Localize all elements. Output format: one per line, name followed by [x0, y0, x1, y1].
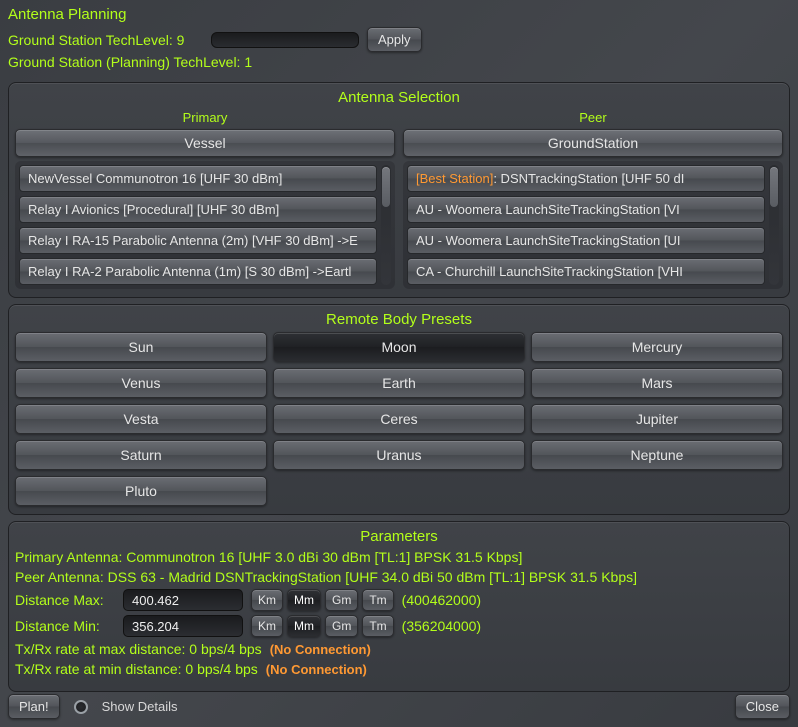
show-details-label: Show Details: [102, 699, 178, 714]
preset-uranus[interactable]: Uranus: [273, 440, 525, 470]
peer-antenna-label: Peer Antenna: DSS 63 - Madrid DSNTrackin…: [15, 569, 637, 585]
unit-tm-button[interactable]: Tm: [362, 615, 393, 637]
peer-scrollbar[interactable]: [769, 165, 779, 285]
preset-moon[interactable]: Moon: [273, 332, 525, 362]
preset-venus[interactable]: Venus: [15, 368, 267, 398]
preset-saturn[interactable]: Saturn: [15, 440, 267, 470]
peer-header-button[interactable]: GroundStation: [403, 129, 783, 157]
preset-neptune[interactable]: Neptune: [531, 440, 783, 470]
distance-min-raw: (356204000): [402, 618, 481, 634]
preset-ceres[interactable]: Ceres: [273, 404, 525, 434]
preset-earth[interactable]: Earth: [273, 368, 525, 398]
primary-antenna-label: Primary Antenna: Communotron 16 [UHF 3.0…: [15, 549, 522, 565]
distance-max-label: Distance Max:: [15, 592, 115, 608]
preset-mercury[interactable]: Mercury: [531, 332, 783, 362]
txrx-min-label: Tx/Rx rate at min distance: 0 bps/4 bps: [15, 661, 258, 677]
no-connection-badge: (No Connection): [266, 662, 367, 677]
primary-column-label: Primary: [15, 110, 395, 125]
planning-tl-label: Ground Station (Planning) TechLevel: 1: [8, 54, 252, 70]
list-item[interactable]: [Best Station]: DSNTrackingStation [UHF …: [407, 165, 765, 192]
window-title: Antenna Planning: [8, 6, 790, 23]
antenna-selection-panel: Antenna Selection Primary Vessel NewVess…: [8, 82, 790, 298]
unit-tm-button[interactable]: Tm: [362, 589, 393, 611]
distance-min-label: Distance Min:: [15, 618, 115, 634]
unit-gm-button[interactable]: Gm: [325, 589, 358, 611]
no-connection-badge: (No Connection): [270, 642, 371, 657]
tech-level-input[interactable]: [211, 32, 359, 48]
peer-list: [Best Station]: DSNTrackingStation [UHF …: [403, 161, 783, 289]
preset-pluto[interactable]: Pluto: [15, 476, 267, 506]
unit-gm-button[interactable]: Gm: [325, 615, 358, 637]
list-item[interactable]: AU - Woomera LaunchSiteTrackingStation […: [407, 196, 765, 223]
primary-list: NewVessel Communotron 16 [UHF 30 dBm] Re…: [15, 161, 395, 289]
primary-header-button[interactable]: Vessel: [15, 129, 395, 157]
list-item[interactable]: Relay I RA-2 Parabolic Antenna (1m) [S 3…: [19, 258, 377, 285]
preset-vesta[interactable]: Vesta: [15, 404, 267, 434]
distance-max-raw: (400462000): [402, 592, 481, 608]
parameters-title: Parameters: [15, 528, 783, 545]
distance-min-input[interactable]: [123, 615, 243, 637]
txrx-max-label: Tx/Rx rate at max distance: 0 bps/4 bps: [15, 641, 262, 657]
peer-column-label: Peer: [403, 110, 783, 125]
unit-mm-button[interactable]: Mm: [287, 589, 321, 611]
distance-max-input[interactable]: [123, 589, 243, 611]
remote-body-presets-panel: Remote Body Presets SunMoonMercury VenusE…: [8, 304, 790, 515]
unit-km-button[interactable]: Km: [251, 589, 283, 611]
list-item[interactable]: Relay I Avionics [Procedural] [UHF 30 dB…: [19, 196, 377, 223]
preset-mars[interactable]: Mars: [531, 368, 783, 398]
primary-scrollbar[interactable]: [381, 165, 391, 285]
close-button[interactable]: Close: [735, 694, 790, 719]
ground-station-tl-label: Ground Station TechLevel: 9: [8, 32, 203, 48]
plan-button[interactable]: Plan!: [8, 694, 60, 719]
presets-title: Remote Body Presets: [15, 311, 783, 328]
list-item[interactable]: NewVessel Communotron 16 [UHF 30 dBm]: [19, 165, 377, 192]
unit-mm-button[interactable]: Mm: [287, 615, 321, 637]
preset-sun[interactable]: Sun: [15, 332, 267, 362]
show-details-radio[interactable]: [74, 700, 88, 714]
antenna-selection-title: Antenna Selection: [15, 89, 783, 106]
list-item[interactable]: CA - Churchill LaunchSiteTrackingStation…: [407, 258, 765, 285]
unit-km-button[interactable]: Km: [251, 615, 283, 637]
apply-button[interactable]: Apply: [367, 27, 422, 52]
list-item[interactable]: AU - Woomera LaunchSiteTrackingStation […: [407, 227, 765, 254]
parameters-panel: Parameters Primary Antenna: Communotron …: [8, 521, 790, 692]
preset-jupiter[interactable]: Jupiter: [531, 404, 783, 434]
list-item[interactable]: Relay I RA-15 Parabolic Antenna (2m) [VH…: [19, 227, 377, 254]
